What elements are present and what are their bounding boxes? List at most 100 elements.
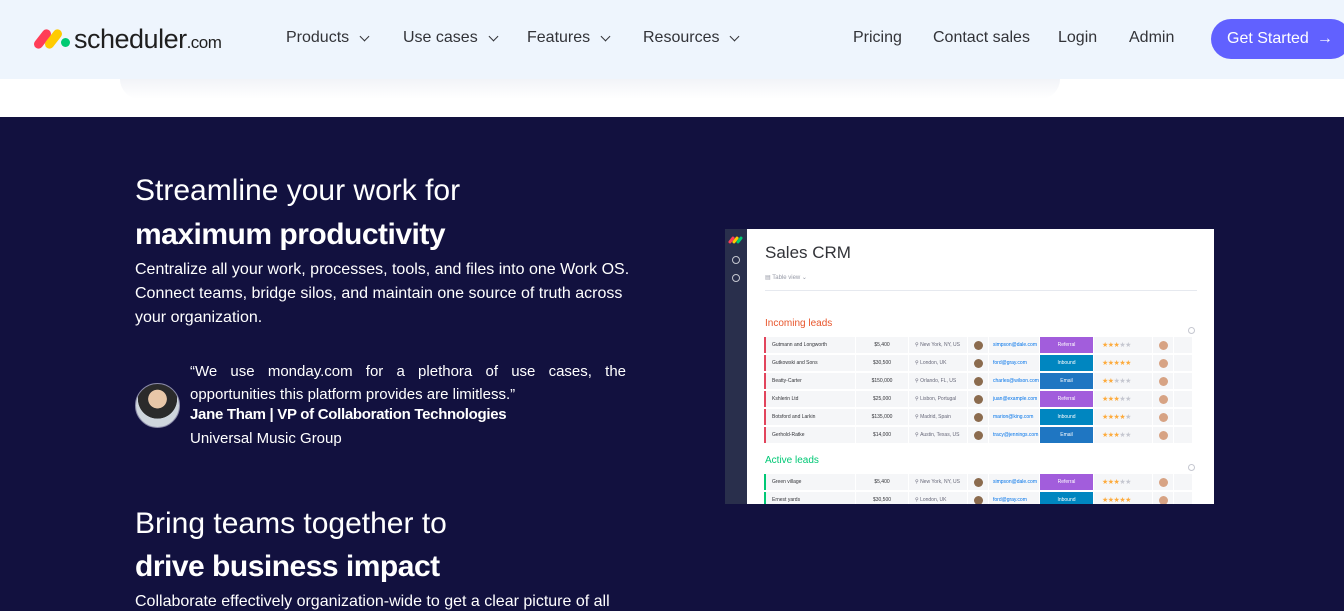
location-label: Orlando, FL, US bbox=[920, 378, 957, 384]
chevron-down-icon bbox=[488, 31, 499, 41]
testimonial-avatar bbox=[135, 383, 180, 428]
lead-rating[interactable]: ★★★★★ bbox=[1094, 427, 1152, 443]
nav-resources[interactable]: Resources bbox=[643, 29, 740, 47]
owner-avatar bbox=[1153, 427, 1173, 443]
logo-mark-icon bbox=[32, 24, 72, 54]
table-row[interactable]: Gutkowski and Sons $30,500 ⚲ London, UK for… bbox=[764, 355, 1199, 371]
row-end-cell bbox=[1174, 427, 1192, 443]
deal-value: $30,500 bbox=[856, 492, 908, 504]
lead-rating[interactable]: ★★★★★ bbox=[1094, 391, 1152, 407]
add-column-icon bbox=[1188, 464, 1195, 471]
table-row[interactable]: Gutmann and Longworth $5,400 ⚲ New York, N… bbox=[764, 337, 1199, 353]
owner-avatar bbox=[1153, 409, 1173, 425]
lead-name: Beatty-Carter bbox=[766, 373, 855, 389]
contact-avatar bbox=[968, 474, 988, 490]
lead-rating[interactable]: ★★★★★ bbox=[1094, 474, 1152, 490]
get-started-button[interactable]: Get Started → bbox=[1211, 19, 1344, 59]
rating-empty-stars: ★★ bbox=[1119, 396, 1131, 403]
lead-email[interactable]: marion@king.com bbox=[989, 409, 1039, 425]
deal-value: $135,000 bbox=[856, 409, 908, 425]
lead-source-status[interactable]: Inbound bbox=[1040, 409, 1093, 425]
row-end-cell bbox=[1174, 373, 1192, 389]
table-row[interactable]: Gerhold-Ratke $14,000 ⚲ Austin, Texas, US t… bbox=[764, 427, 1199, 443]
lead-email[interactable]: charles@wilson.com bbox=[989, 373, 1039, 389]
rating-stars: ★★★ bbox=[1102, 479, 1120, 486]
logo-text: scheduler.com bbox=[74, 23, 222, 54]
row-end-cell bbox=[1174, 409, 1192, 425]
lead-rating[interactable]: ★★★★★ bbox=[1094, 373, 1152, 389]
chevron-down-icon bbox=[600, 31, 611, 41]
nav-features[interactable]: Features bbox=[527, 29, 611, 47]
lead-email[interactable]: juan@example.com bbox=[989, 391, 1039, 407]
lead-rating[interactable]: ★★★★★ bbox=[1094, 409, 1152, 425]
hero-heading-light: Streamline your work for bbox=[135, 174, 461, 207]
rating-stars: ★★★★★ bbox=[1102, 360, 1131, 367]
lead-source-status[interactable]: Email bbox=[1040, 427, 1093, 443]
rating-stars: ★★★ bbox=[1102, 342, 1120, 349]
lead-email[interactable]: simpson@dale.com bbox=[989, 474, 1039, 490]
hero-heading-bold: maximum productivity bbox=[135, 218, 446, 251]
nav-products[interactable]: Products bbox=[286, 29, 370, 47]
lead-location: ⚲ London, UK bbox=[909, 355, 967, 371]
deal-value: $5,400 bbox=[856, 474, 908, 490]
nav-admin-link[interactable]: Admin bbox=[1129, 29, 1174, 47]
table-row[interactable]: Green village $5,400 ⚲ New York, NY, US sim… bbox=[764, 474, 1199, 490]
owner-avatar bbox=[1153, 492, 1173, 504]
lead-email[interactable]: ford@gray.com bbox=[989, 355, 1039, 371]
lead-location: ⚲ Orlando, FL, US bbox=[909, 373, 967, 389]
owner-avatar bbox=[1153, 474, 1173, 490]
lead-email[interactable]: simpson@dale.com bbox=[989, 337, 1039, 353]
lead-name: Green village bbox=[766, 474, 855, 490]
search-icon bbox=[732, 274, 740, 282]
table-row[interactable]: Kshlerin Ltd $25,000 ⚲ Lisbon, Portugal jua… bbox=[764, 391, 1199, 407]
lead-rating[interactable]: ★★★★★ bbox=[1094, 492, 1152, 504]
crm-divider bbox=[765, 290, 1197, 291]
rating-stars: ★★ bbox=[1102, 378, 1114, 385]
chevron-down-icon bbox=[730, 31, 740, 41]
contact-avatar bbox=[968, 427, 988, 443]
lead-name: Ernest yards bbox=[766, 492, 855, 504]
nav-resources-label: Resources bbox=[643, 29, 720, 46]
lead-location: ⚲ New York, NY, US bbox=[909, 337, 967, 353]
lead-name: Gutmann and Longworth bbox=[766, 337, 855, 353]
lead-source-status[interactable]: Referral bbox=[1040, 337, 1093, 353]
table-row[interactable]: Botsford and Larkin $135,000 ⚲ Madrid, Spa… bbox=[764, 409, 1199, 425]
sales-crm-screenshot: Sales CRM ▤ Table view ⌄ Incoming leads … bbox=[725, 229, 1214, 504]
lead-rating[interactable]: ★★★★★ bbox=[1094, 337, 1152, 353]
top-nav: scheduler.com Products Use cases Feature… bbox=[0, 0, 1344, 79]
lead-email[interactable]: tracy@jennings.com bbox=[989, 427, 1039, 443]
lead-source-status[interactable]: Referral bbox=[1040, 391, 1093, 407]
rating-empty-stars: ★★★ bbox=[1113, 378, 1132, 385]
location-label: London, UK bbox=[920, 497, 947, 503]
row-end-cell bbox=[1174, 474, 1192, 490]
table-row[interactable]: Ernest yards $30,500 ⚲ London, UK ford@gray… bbox=[764, 492, 1199, 504]
hero-paragraph: Centralize all your work, processes, too… bbox=[135, 261, 630, 326]
contact-avatar bbox=[968, 355, 988, 371]
table-row[interactable]: Beatty-Carter $150,000 ⚲ Orlando, FL, US ch… bbox=[764, 373, 1199, 389]
owner-avatar bbox=[1153, 373, 1173, 389]
lead-source-status[interactable]: Inbound bbox=[1040, 355, 1093, 371]
lead-source-status[interactable]: Referral bbox=[1040, 474, 1093, 490]
rating-stars: ★★★★ bbox=[1102, 414, 1126, 421]
location-label: Austin, Texas, US bbox=[920, 432, 960, 438]
lead-name: Botsford and Larkin bbox=[766, 409, 855, 425]
lead-source-status[interactable]: Inbound bbox=[1040, 492, 1093, 504]
lead-email[interactable]: ford@gray.com bbox=[989, 492, 1039, 504]
scheduler-logo[interactable]: scheduler.com bbox=[32, 22, 222, 56]
rating-empty-stars: ★★ bbox=[1119, 342, 1131, 349]
deal-value: $25,000 bbox=[856, 391, 908, 407]
rating-empty-stars: ★★ bbox=[1119, 432, 1131, 439]
section2-heading-bold: drive business impact bbox=[135, 550, 440, 583]
contact-avatar bbox=[968, 337, 988, 353]
lead-location: ⚲ London, UK bbox=[909, 492, 967, 504]
nav-login-link[interactable]: Login bbox=[1058, 29, 1097, 47]
lead-location: ⚲ New York, NY, US bbox=[909, 474, 967, 490]
nav-pricing-link[interactable]: Pricing bbox=[853, 29, 902, 47]
owner-avatar bbox=[1153, 337, 1173, 353]
nav-contact-sales-link[interactable]: Contact sales bbox=[933, 29, 1030, 47]
lead-source-status[interactable]: Email bbox=[1040, 373, 1093, 389]
lead-rating[interactable]: ★★★★★ bbox=[1094, 355, 1152, 371]
add-column-icon bbox=[1188, 327, 1195, 334]
nav-use-cases[interactable]: Use cases bbox=[403, 29, 499, 47]
deal-value: $30,500 bbox=[856, 355, 908, 371]
